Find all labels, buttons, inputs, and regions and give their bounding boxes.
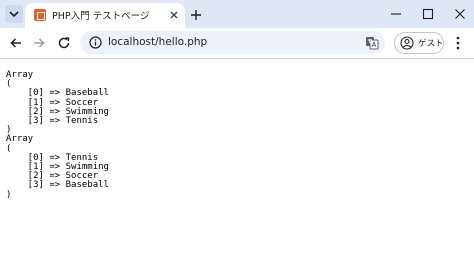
profile-label: ゲスト	[418, 39, 444, 49]
window-close-icon	[455, 9, 465, 19]
page-content: Array ( [0] => Baseball [1] => Soccer [2…	[0, 59, 474, 254]
forward-button[interactable]	[31, 35, 47, 51]
title-bar: PHP入門 テストページ	[0, 0, 474, 28]
reload-button[interactable]	[56, 35, 72, 51]
close-icon	[170, 11, 178, 19]
php-favicon-icon	[34, 9, 46, 21]
tab-close-button[interactable]	[167, 8, 181, 22]
back-arrow-icon	[10, 38, 21, 48]
minimize-icon	[391, 13, 401, 15]
tab-title: PHP入門 テストページ	[52, 11, 150, 22]
browser-tab[interactable]: PHP入門 テストページ	[25, 3, 185, 28]
profile-icon	[400, 36, 414, 50]
address-bar[interactable]: localhost/hello.php	[80, 31, 385, 54]
tab-list-icon	[9, 11, 19, 18]
site-info-icon[interactable]	[89, 36, 102, 49]
print-r-output: Array ( [0] => Baseball [1] => Soccer [2…	[6, 70, 109, 200]
maximize-button[interactable]	[420, 6, 436, 22]
more-menu-button[interactable]	[455, 35, 461, 51]
minimize-button[interactable]	[388, 6, 404, 22]
forward-arrow-icon	[34, 38, 45, 48]
window-close-button[interactable]	[452, 6, 468, 22]
maximize-icon	[422, 8, 434, 20]
profile-button[interactable]: ゲスト	[394, 32, 444, 54]
reload-icon	[58, 37, 70, 49]
more-menu-icon	[456, 36, 460, 50]
back-button[interactable]	[8, 35, 24, 51]
tab-search-button[interactable]	[5, 5, 23, 23]
translate-icon[interactable]	[365, 36, 379, 50]
browser-toolbar: localhost/hello.php ゲスト	[0, 28, 474, 58]
url-text[interactable]: localhost/hello.php	[108, 36, 207, 48]
new-tab-button[interactable]	[189, 7, 203, 21]
plus-icon	[191, 10, 201, 20]
